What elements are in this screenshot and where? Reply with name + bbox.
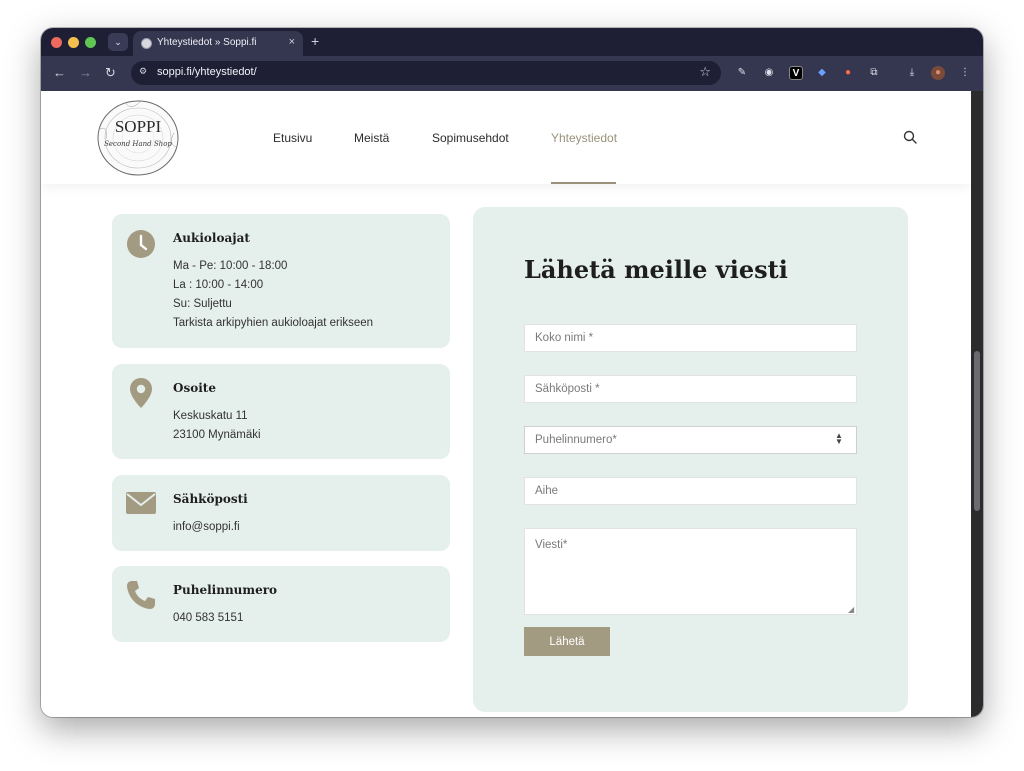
camera-extension-icon[interactable]: ◉ <box>762 66 776 80</box>
new-tab-button[interactable]: + <box>311 33 319 49</box>
phone-icon <box>127 581 155 609</box>
bookmark-star-icon[interactable]: ☆ <box>699 64 711 80</box>
favicon-icon <box>141 38 152 49</box>
extensions-puzzle-icon[interactable]: ⧉ <box>867 66 881 80</box>
browser-window: ⌄ Yhteystiedot » Soppi.fi × + ← → ↻ ⚙ so… <box>41 28 983 717</box>
browser-menu-icon[interactable]: ⋮ <box>958 66 972 80</box>
profile-avatar[interactable]: ● <box>931 66 945 80</box>
location-pin-icon <box>130 378 152 408</box>
browser-toolbar: ← → ↻ ⚙ soppi.fi/yhteystiedot/ ☆ ✎ ◉ V ◆… <box>41 56 983 91</box>
close-window-button[interactable] <box>51 37 62 48</box>
nav-meista[interactable]: Meistä <box>354 131 389 145</box>
resize-grip-icon[interactable]: ◢ <box>848 605 854 614</box>
active-nav-indicator <box>551 182 616 184</box>
back-button[interactable]: ← <box>53 65 66 81</box>
card-line: La : 10:00 - 14:00 <box>173 279 264 291</box>
minimize-window-button[interactable] <box>68 37 79 48</box>
tab-strip: ⌄ Yhteystiedot » Soppi.fi × + <box>41 28 983 56</box>
card-line: 23100 Mynämäki <box>173 429 261 441</box>
page-scrollbar[interactable] <box>971 91 983 717</box>
address-bar[interactable]: ⚙ soppi.fi/yhteystiedot/ ☆ <box>131 61 721 85</box>
email-input[interactable] <box>524 375 857 403</box>
email-card: Sähköposti info@soppi.fi <box>112 475 450 551</box>
email-link[interactable]: info@soppi.fi <box>173 521 240 533</box>
subject-input[interactable] <box>524 477 857 505</box>
card-line: Ma - Pe: 10:00 - 18:00 <box>173 260 288 272</box>
card-title: Puhelinnumero <box>173 583 278 597</box>
submit-button[interactable]: Lähetä <box>524 627 610 656</box>
envelope-icon <box>126 492 156 514</box>
nav-etusivu[interactable]: Etusivu <box>273 131 312 145</box>
form-title: Lähetä meille viesti <box>524 255 788 284</box>
card-line: Tarkista arkipyhien aukioloajat erikseen <box>173 317 374 329</box>
svg-text:SOPPI: SOPPI <box>115 117 162 136</box>
card-title: Sähköposti <box>173 492 248 506</box>
opening-hours-card: Aukioloajat Ma - Pe: 10:00 - 18:00 La : … <box>112 214 450 348</box>
number-stepper-icon[interactable]: ▲ ▼ <box>835 432 843 446</box>
search-icon[interactable] <box>903 130 917 144</box>
card-line: Keskuskatu 11 <box>173 410 248 422</box>
nav-yhteystiedot[interactable]: Yhteystiedot <box>551 131 617 145</box>
scrollbar-thumb[interactable] <box>974 351 980 511</box>
pokeball-extension-icon[interactable]: ● <box>841 66 855 80</box>
clock-icon <box>127 230 155 258</box>
v-extension-icon[interactable]: V <box>789 66 803 80</box>
address-card: Osoite Keskuskatu 11 23100 Mynämäki <box>112 364 450 459</box>
card-title: Osoite <box>173 381 216 395</box>
full-name-input[interactable] <box>524 324 857 352</box>
tab-close-button[interactable]: × <box>289 36 295 48</box>
maximize-window-button[interactable] <box>85 37 96 48</box>
message-textarea[interactable] <box>524 528 857 615</box>
reload-button[interactable]: ↻ <box>105 65 116 81</box>
eyedropper-extension-icon[interactable]: ✎ <box>735 66 749 80</box>
blue-extension-icon[interactable]: ◆ <box>815 66 829 80</box>
site-header: SOPPI Second Hand Shop Etusivu Meistä So… <box>41 91 971 184</box>
downloads-icon[interactable]: ⤓ <box>905 66 919 80</box>
page-viewport: SOPPI Second Hand Shop Etusivu Meistä So… <box>41 91 983 717</box>
soppi-logo[interactable]: SOPPI Second Hand Shop <box>96 99 180 177</box>
forward-button[interactable]: → <box>79 65 92 81</box>
svg-text:Second Hand Shop: Second Hand Shop <box>104 140 172 148</box>
card-title: Aukioloajat <box>173 231 250 245</box>
nav-sopimusehdot[interactable]: Sopimusehdot <box>432 131 509 145</box>
tab-search-button[interactable]: ⌄ <box>108 33 128 51</box>
browser-tab[interactable]: Yhteystiedot » Soppi.fi × <box>133 31 303 56</box>
card-line: Su: Suljettu <box>173 298 232 310</box>
site-info-icon[interactable]: ⚙ <box>139 66 147 77</box>
contact-form-panel: Lähetä meille viesti ▲▼ ◢ Lähetä <box>473 207 908 712</box>
url-text[interactable]: soppi.fi/yhteystiedot/ <box>157 66 257 78</box>
phone-link[interactable]: 040 583 5151 <box>173 612 243 624</box>
phone-input[interactable] <box>524 426 857 454</box>
phone-card: Puhelinnumero 040 583 5151 <box>112 566 450 642</box>
tab-title: Yhteystiedot » Soppi.fi <box>157 37 257 48</box>
